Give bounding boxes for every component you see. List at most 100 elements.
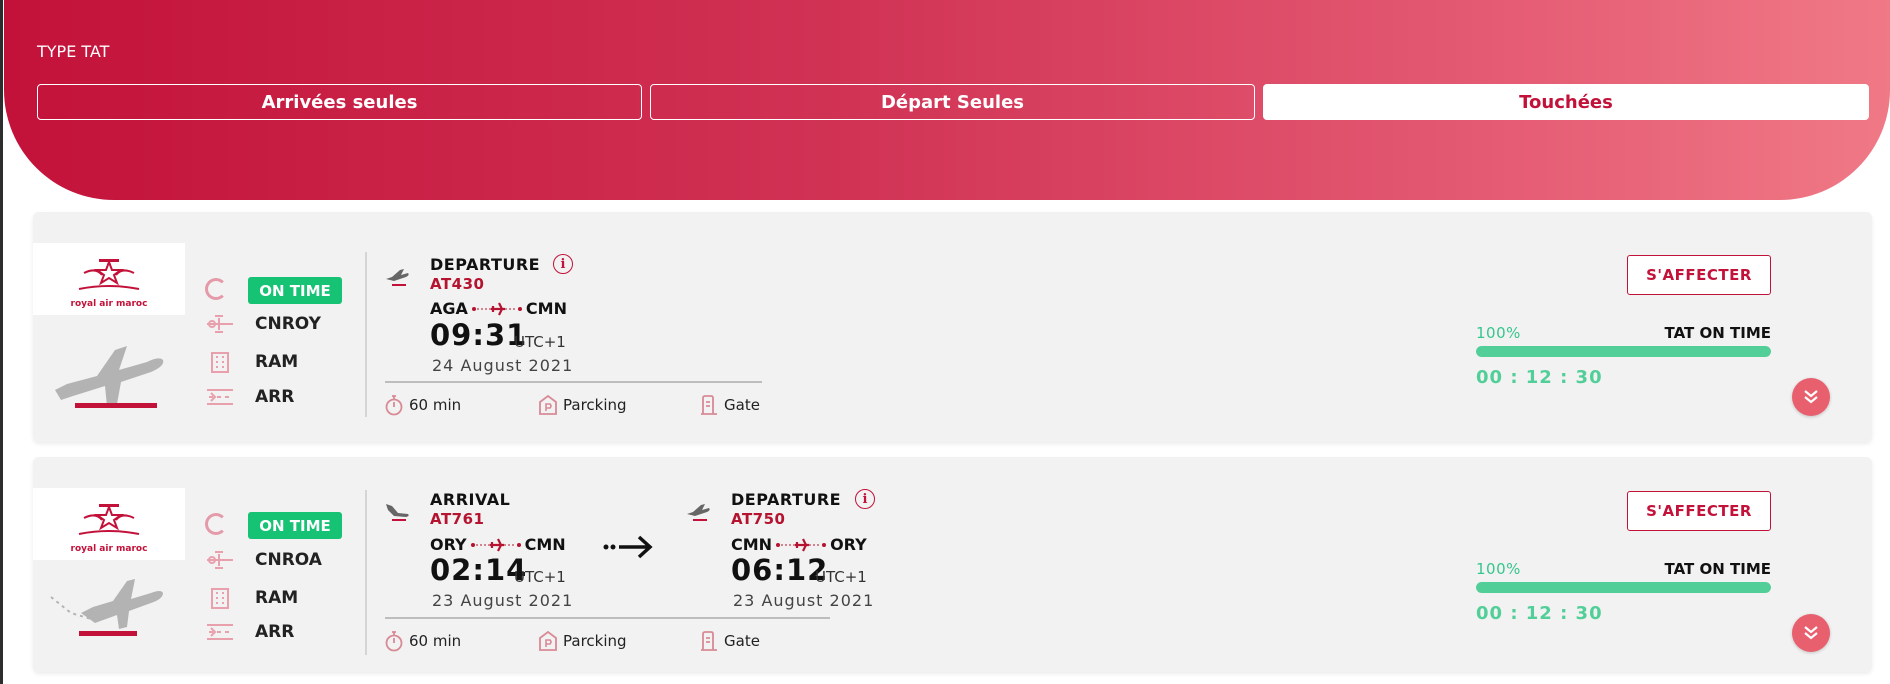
info-icon[interactable]: i — [553, 254, 573, 274]
registration-text: CNROY — [255, 314, 321, 334]
type-tat-label: TYPE TAT — [37, 42, 110, 61]
gate-icon — [701, 395, 717, 415]
assign-button[interactable]: S'AFFECTER — [1627, 491, 1771, 531]
company-text: RAM — [255, 352, 299, 372]
gate-text: Gate — [724, 396, 760, 414]
divider — [365, 490, 367, 655]
route-plane-icon — [470, 538, 521, 551]
airline-logo-text: royal air maroc — [70, 299, 148, 309]
airline-logo: royal air maroc — [33, 488, 185, 560]
departure-icon — [386, 269, 409, 286]
building-icon — [211, 352, 229, 373]
progress-bar — [1476, 346, 1771, 357]
chevron-double-down-icon — [1804, 626, 1818, 640]
window-edge — [0, 0, 3, 684]
flight-time: 09:31 — [430, 318, 528, 352]
gate-info: Gate — [699, 630, 760, 652]
aircraft-icon — [207, 551, 233, 569]
stopwatch-icon — [385, 395, 403, 416]
royal-air-maroc-emblem-icon — [78, 504, 140, 535]
flight-date: 24 August 2021 — [432, 356, 574, 375]
building-icon — [211, 588, 229, 609]
loading-ring-icon — [205, 278, 227, 300]
route: CMN ORY — [731, 535, 867, 554]
progress-percent: 100% — [1476, 560, 1521, 578]
gate-info: Gate — [699, 394, 760, 416]
registration-text: CNROA — [255, 550, 322, 570]
parking-icon — [539, 394, 557, 415]
status-badge: ON TIME — [248, 277, 342, 304]
category-text: ARR — [255, 387, 295, 407]
duration-text: 60 min — [409, 632, 462, 650]
plane-underline — [79, 631, 137, 636]
flight-card: royal air maroc ON TIME CNROA RAM ARR AR… — [33, 457, 1872, 672]
status-badge: ON TIME — [248, 512, 342, 539]
duration-info: 60 min — [384, 394, 461, 416]
expand-button[interactable] — [1792, 378, 1830, 416]
airline-logo: royal air maroc — [33, 243, 185, 315]
expand-button[interactable] — [1792, 614, 1830, 652]
flight-number: AT761 — [430, 510, 485, 528]
flight-date: 23 August 2021 — [733, 591, 875, 610]
origin-code: ORY — [430, 535, 467, 554]
flight-card: royal air maroc ON TIME CNROY RAM ARR DE… — [33, 212, 1872, 442]
tat-status-label: TAT ON TIME — [1664, 324, 1771, 342]
parking-info: Parcking — [538, 394, 627, 416]
flight-number: AT750 — [731, 510, 786, 528]
flight-time: 02:14 — [430, 553, 528, 587]
timezone: UTC+1 — [514, 568, 566, 586]
company-text: RAM — [255, 588, 299, 608]
divider — [365, 252, 367, 417]
assign-button[interactable]: S'AFFECTER — [1627, 255, 1771, 295]
flight-type: DEPARTURE — [430, 255, 541, 274]
tab-arrivals-only[interactable]: Arrivées seules — [37, 84, 642, 120]
footer-divider — [385, 617, 830, 619]
stopwatch-icon — [385, 631, 403, 652]
route-plane-icon — [776, 538, 827, 551]
info-icon[interactable]: i — [855, 489, 875, 509]
progress-fill — [1476, 346, 1771, 357]
tab-departures-only[interactable]: Départ Seules — [650, 84, 1255, 120]
connection-arrow-icon — [603, 535, 653, 559]
tat-status-label: TAT ON TIME — [1664, 560, 1771, 578]
parking-info: Parcking — [538, 630, 627, 652]
tab-touched[interactable]: Touchées — [1263, 84, 1869, 120]
registration-row: CNROA — [205, 547, 322, 573]
company-row: RAM — [205, 585, 298, 611]
loading-ring-icon — [205, 513, 227, 535]
gate-icon — [701, 631, 717, 651]
destination-code: CMN — [525, 299, 567, 318]
countdown-timer: 00 : 12 : 30 — [1476, 603, 1603, 624]
category-text: ARR — [255, 622, 295, 642]
destination-code: CMN — [524, 535, 566, 554]
category-row: ARR — [205, 384, 294, 410]
airline-logo-text: royal air maroc — [70, 544, 148, 554]
progress-fill — [1476, 582, 1771, 593]
footer-divider — [385, 381, 762, 383]
arrival-icon — [386, 504, 409, 521]
route-plane-icon — [471, 302, 522, 315]
runway-icon — [207, 389, 233, 405]
gate-text: Gate — [724, 632, 760, 650]
airplane-takeoff-icon — [55, 346, 164, 405]
destination-code: ORY — [830, 535, 867, 554]
category-row: ARR — [205, 619, 294, 645]
progress-percent: 100% — [1476, 324, 1521, 342]
countdown-timer: 00 : 12 : 30 — [1476, 367, 1603, 388]
parking-icon — [539, 630, 557, 651]
origin-code: CMN — [731, 535, 773, 554]
timezone: UTC+1 — [514, 333, 566, 351]
runway-icon — [207, 624, 233, 640]
flight-date: 23 August 2021 — [432, 591, 574, 610]
flight-type: DEPARTURE — [731, 490, 842, 509]
header-banner: TYPE TAT Arrivées seules Départ Seules T… — [4, 0, 1890, 200]
parking-text: Parcking — [563, 632, 627, 650]
registration-row: CNROY — [205, 311, 321, 337]
flight-number: AT430 — [430, 275, 485, 293]
flight-time: 06:12 — [731, 553, 829, 587]
timezone: UTC+1 — [815, 568, 867, 586]
departure-icon — [687, 504, 710, 521]
company-row: RAM — [205, 349, 298, 375]
origin-code: AGA — [430, 299, 468, 318]
progress-bar — [1476, 582, 1771, 593]
